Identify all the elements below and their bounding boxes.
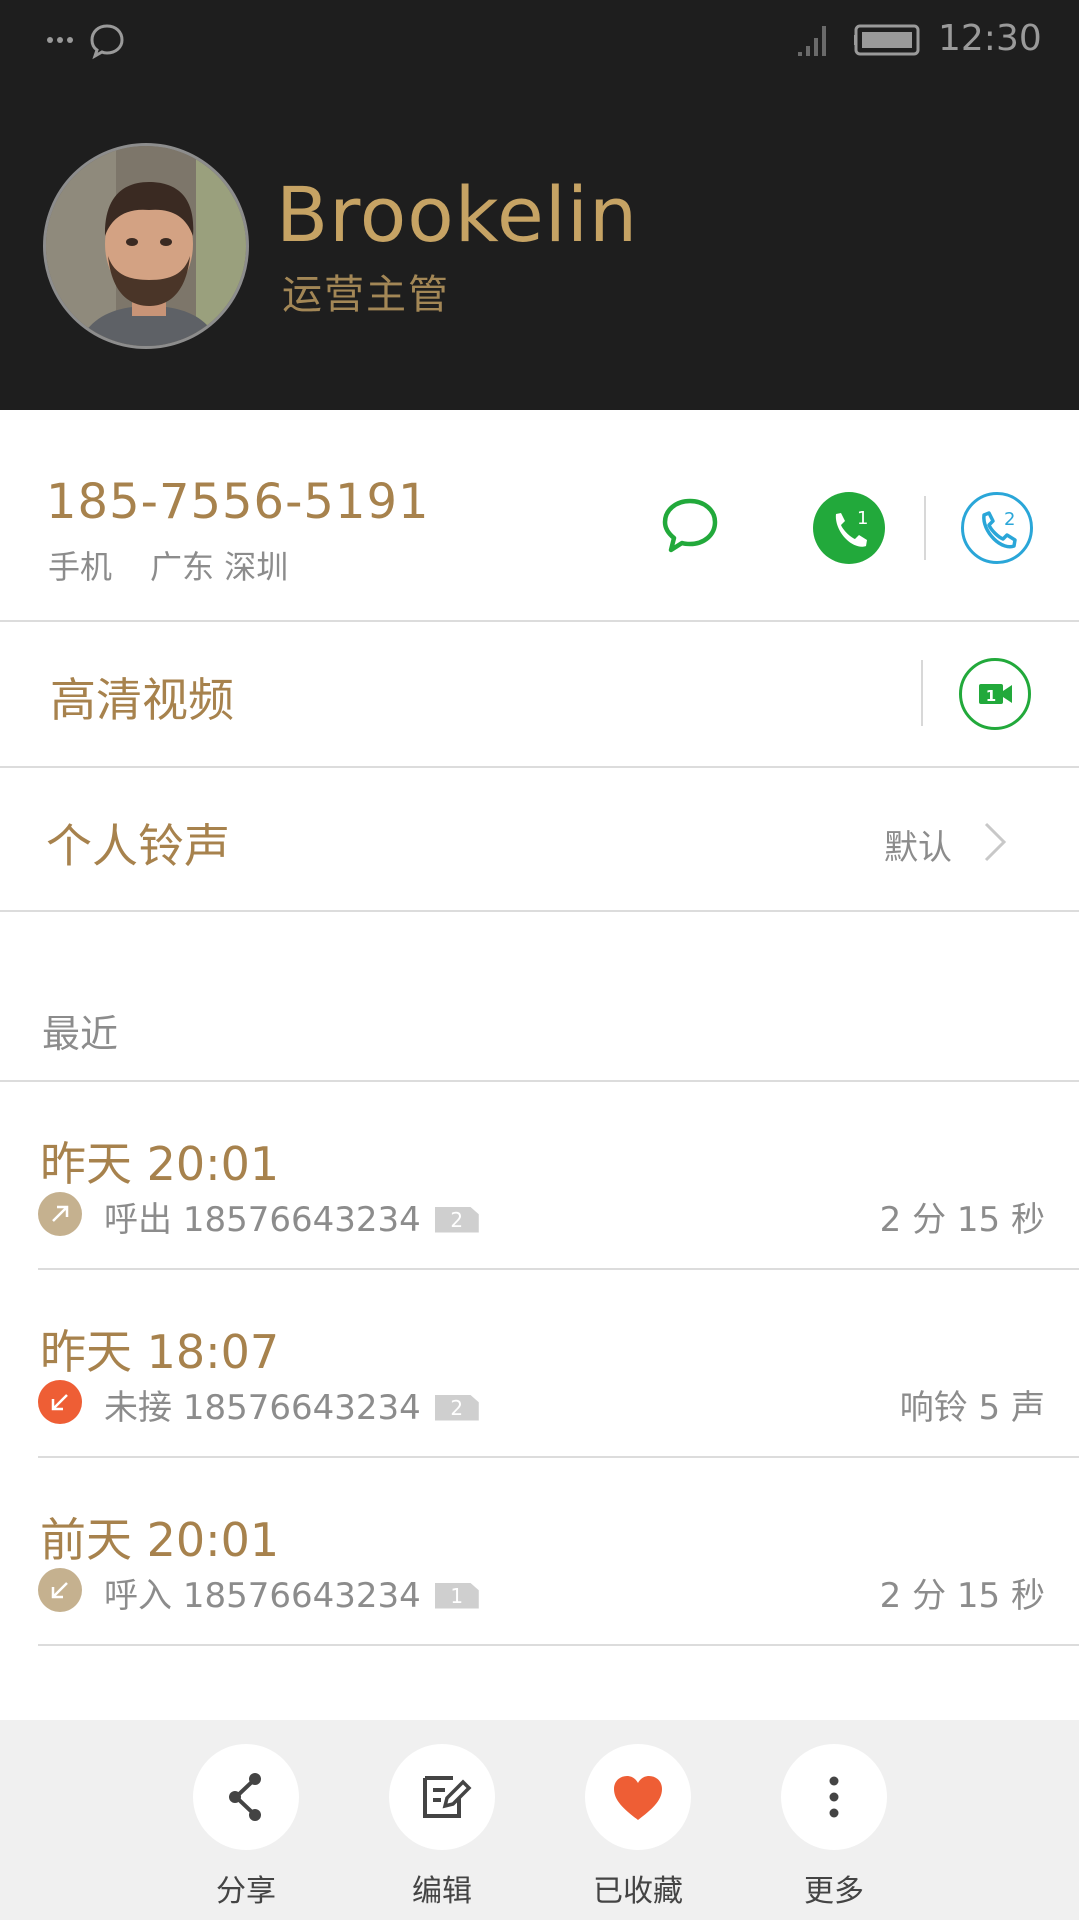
favorite-label: 已收藏 <box>593 1874 683 1909</box>
share-button[interactable] <box>193 1744 299 1850</box>
bottom-action-bar: 分享 编辑 已收藏 更多 <box>0 1720 1079 1920</box>
call-log-item[interactable]: 前天 20:01 呼入 18576643234 1 2 分 15 秒 <box>38 1458 1079 1646</box>
share-label: 分享 <box>216 1874 276 1909</box>
call-log-item[interactable]: 昨天 18:07 未接 18576643234 2 响铃 5 声 <box>38 1270 1079 1458</box>
signal-icon <box>798 26 826 56</box>
sim-badge: 2 <box>434 1206 479 1233</box>
sim2-number: 2 <box>1004 509 1015 530</box>
sim-badge: 1 <box>434 1582 479 1609</box>
share-icon <box>229 1773 261 1821</box>
ringtone-row[interactable]: 个人铃声 默认 <box>0 768 1079 912</box>
contact-header: 12:30 Brookelin 运营主管 <box>0 0 1079 410</box>
call-type: 呼入 <box>104 1576 172 1616</box>
incoming-call-icon <box>38 1568 82 1612</box>
heart-icon <box>614 1776 662 1820</box>
message-button[interactable] <box>660 496 720 556</box>
more-label: 更多 <box>804 1874 864 1909</box>
call-type: 呼出 <box>104 1200 172 1240</box>
phone-sim2-icon: 2 <box>982 509 1017 549</box>
call-time: 昨天 18:07 <box>40 1325 280 1379</box>
contact-job-title: 运营主管 <box>282 272 450 318</box>
call-number: 18576643234 <box>182 1576 421 1616</box>
sim1-number: 1 <box>857 508 868 529</box>
status-time: 12:30 <box>938 18 1042 59</box>
ringtone-value: 默认 <box>884 828 952 868</box>
chat-bubble-icon <box>90 24 124 60</box>
divider <box>921 660 923 726</box>
call-time: 昨天 20:01 <box>40 1137 280 1191</box>
edit-label: 编辑 <box>412 1874 472 1909</box>
missed-call-icon <box>38 1380 82 1424</box>
call-detail: 呼出 18576643234 2 <box>104 1192 479 1241</box>
video-camera-icon: 1 <box>979 684 1012 705</box>
recent-section-header: 最近 <box>42 1012 119 1056</box>
phone-sim1-icon: 1 <box>835 508 868 547</box>
battery-icon <box>854 24 920 56</box>
call-number: 18576643234 <box>182 1388 421 1428</box>
call-detail: 未接 18576643234 2 <box>104 1380 479 1429</box>
call-log-item[interactable]: 昨天 20:01 呼出 18576643234 2 2 分 15 秒 <box>38 1082 1079 1270</box>
sim-badge: 2 <box>434 1394 479 1421</box>
contact-name: Brookelin <box>276 170 639 259</box>
call-detail: 呼入 18576643234 1 <box>104 1568 479 1617</box>
hd-video-label: 高清视频 <box>50 673 234 727</box>
edit-icon <box>423 1776 472 1818</box>
divider <box>924 496 926 560</box>
more-dots-icon <box>47 37 73 43</box>
favorite-button[interactable] <box>585 1744 691 1850</box>
avatar-photo <box>46 146 246 346</box>
phone-number-row[interactable]: 185-7556-5191 手机 广东 深圳 1 2 <box>0 410 1079 622</box>
status-bar: 12:30 <box>0 0 1079 80</box>
call-duration: 2 分 15 秒 <box>879 1576 1045 1616</box>
outgoing-call-icon <box>38 1192 82 1236</box>
call-type: 未接 <box>104 1388 172 1428</box>
phone-meta: 手机 广东 深圳 <box>48 542 326 588</box>
phone-location: 广东 深圳 <box>150 548 289 586</box>
video-call-button[interactable]: 1 <box>959 658 1031 730</box>
ringtone-label: 个人铃声 <box>46 819 230 873</box>
more-vertical-icon <box>829 1776 839 1818</box>
call-duration: 2 分 15 秒 <box>879 1200 1045 1240</box>
more-button[interactable] <box>781 1744 887 1850</box>
phone-type: 手机 <box>48 548 113 586</box>
phone-number: 185-7556-5191 <box>46 474 430 530</box>
call-number: 18576643234 <box>182 1200 421 1240</box>
hd-video-row[interactable]: 高清视频 1 <box>0 622 1079 768</box>
video-sim-number: 1 <box>986 687 996 705</box>
call-duration: 响铃 5 声 <box>899 1388 1045 1428</box>
call-sim2-button[interactable]: 2 <box>961 492 1033 564</box>
call-sim1-button[interactable]: 1 <box>813 492 885 564</box>
avatar[interactable] <box>43 143 249 349</box>
chevron-right-icon <box>984 822 1007 862</box>
call-time: 前天 20:01 <box>40 1513 280 1567</box>
edit-button[interactable] <box>389 1744 495 1850</box>
